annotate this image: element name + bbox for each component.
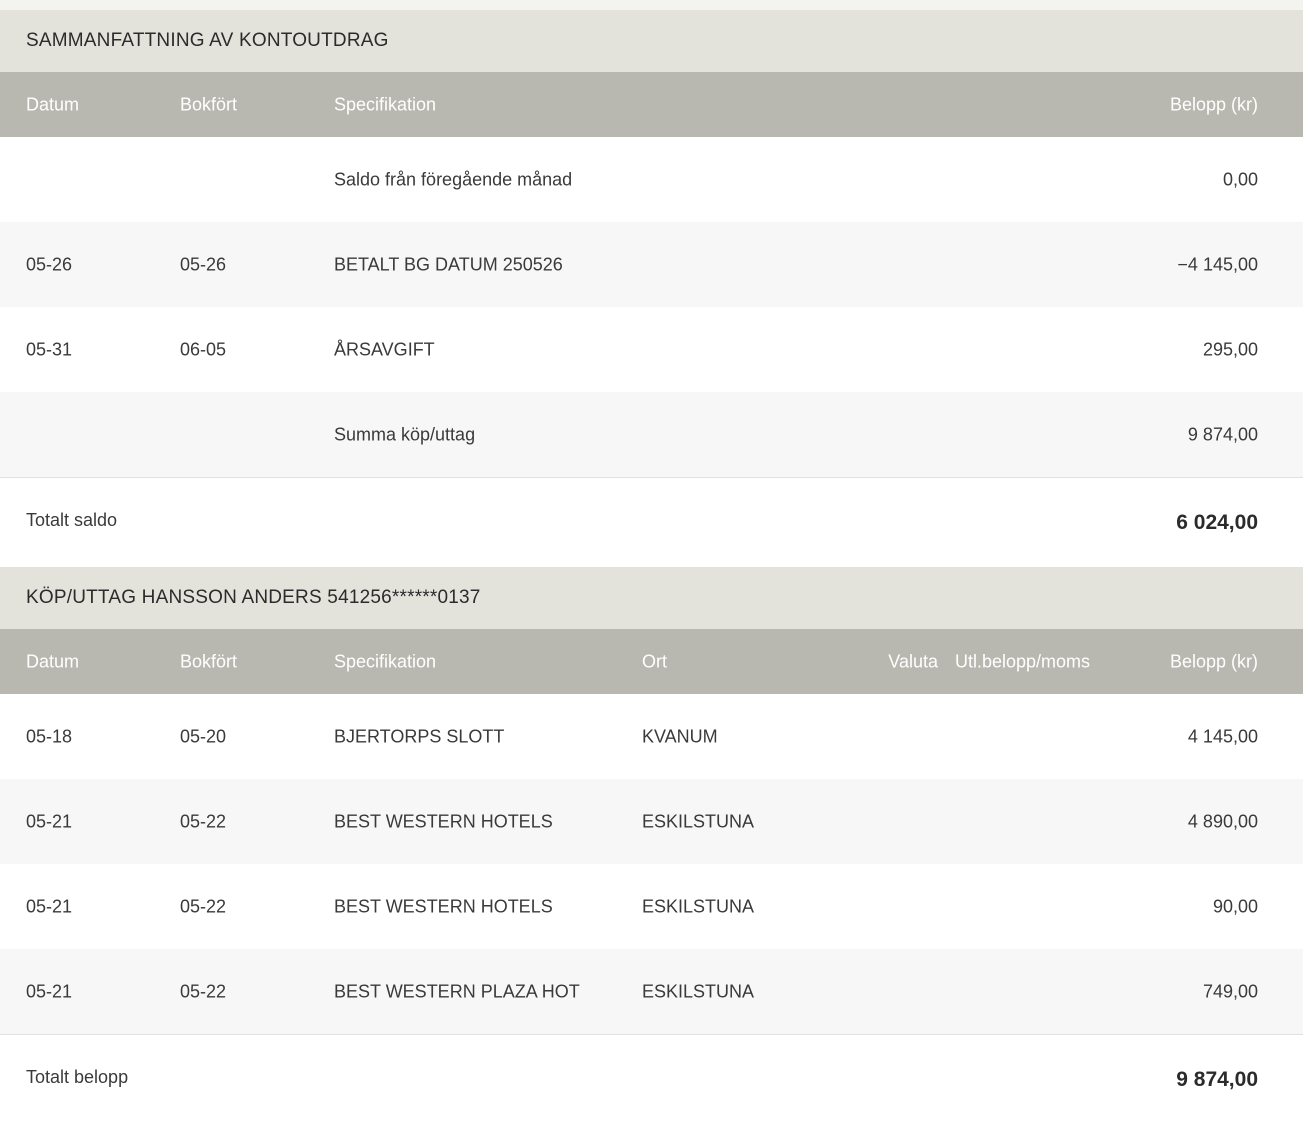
total-belopp-label: Totalt belopp	[26, 1067, 129, 1087]
cell-ort: KVANUM	[642, 726, 718, 746]
cell-bokfort: 05-22	[180, 811, 227, 831]
cell-specifikation: BEST WESTERN HOTELS	[334, 896, 553, 916]
cell-datum: 05-31	[26, 339, 73, 359]
summary-section: SAMMANFATTNING AV KONTOUTDRAG Datum Bokf…	[0, 10, 1303, 567]
table-row: Summa köp/uttag 9 874,00	[0, 392, 1303, 477]
cell-ort: ESKILSTUNA	[642, 981, 755, 1001]
cell-bokfort: 05-22	[180, 981, 227, 1001]
cell-specifikation: Saldo från föregående månad	[334, 169, 573, 189]
header-bokfort: Bokfört	[180, 94, 238, 114]
cell-ort: ESKILSTUNA	[642, 811, 755, 831]
header-specifikation: Specifikation	[334, 651, 437, 671]
cell-specifikation: BJERTORPS SLOTT	[334, 726, 505, 746]
table-row: 05-18 05-20 BJERTORPS SLOTT KVANUM 4 145…	[0, 694, 1303, 779]
cell-belopp: 295,00	[1202, 339, 1258, 359]
top-strip	[0, 0, 1303, 10]
cell-specifikation: ÅRSAVGIFT	[334, 339, 435, 359]
cell-datum: 05-21	[26, 811, 73, 831]
cell-datum: 05-26	[26, 254, 73, 274]
cell-ort: ESKILSTUNA	[642, 896, 755, 916]
header-bokfort: Bokfört	[180, 651, 238, 671]
table-row: 05-21 05-22 BEST WESTERN PLAZA HOT ESKIL…	[0, 949, 1303, 1034]
cell-specifikation: Summa köp/uttag	[334, 424, 476, 444]
cell-bokfort: 05-26	[180, 254, 227, 274]
table-row: 05-21 05-22 BEST WESTERN HOTELS ESKILSTU…	[0, 864, 1303, 949]
header-datum: Datum	[26, 651, 80, 671]
header-belopp: Belopp (kr)	[1169, 651, 1258, 671]
header-ort: Ort	[642, 651, 667, 671]
table-row: 05-26 05-26 BETALT BG DATUM 250526 −4 14…	[0, 222, 1303, 307]
table-row: Saldo från föregående månad 0,00	[0, 137, 1303, 222]
cell-belopp: −4 145,00	[1177, 254, 1258, 274]
summary-title: SAMMANFATTNING AV KONTOUTDRAG	[0, 10, 1303, 72]
purchases-total-row: Totalt belopp 9 874,00	[0, 1034, 1303, 1124]
header-valuta: Valuta	[888, 651, 938, 671]
cell-datum: 05-21	[26, 896, 73, 916]
cell-specifikation: BEST WESTERN PLAZA HOT	[334, 981, 580, 1001]
cell-bokfort: 05-22	[180, 896, 227, 916]
cell-belopp: 0,00	[1222, 169, 1258, 189]
cell-specifikation: BETALT BG DATUM 250526	[334, 254, 563, 274]
cell-belopp: 749,00	[1202, 981, 1258, 1001]
table-row: 05-21 05-22 BEST WESTERN HOTELS ESKILSTU…	[0, 779, 1303, 864]
cell-belopp: 9 874,00	[1187, 424, 1258, 444]
cell-belopp: 4 145,00	[1187, 726, 1258, 746]
header-utl-belopp: Utl.belopp/moms	[955, 651, 1091, 671]
summary-total-row: Totalt saldo 6 024,00	[0, 477, 1303, 567]
cell-datum: 05-21	[26, 981, 73, 1001]
cell-datum: 05-18	[26, 726, 73, 746]
total-belopp-value: 9 874,00	[1176, 1068, 1258, 1091]
cell-bokfort: 06-05	[180, 339, 227, 359]
total-saldo-label: Totalt saldo	[26, 510, 118, 530]
cell-bokfort: 05-20	[180, 726, 227, 746]
total-saldo-value: 6 024,00	[1176, 511, 1258, 534]
table-row: 05-31 06-05 ÅRSAVGIFT 295,00	[0, 307, 1303, 392]
header-belopp: Belopp (kr)	[1169, 94, 1258, 114]
cell-specifikation: BEST WESTERN HOTELS	[334, 811, 553, 831]
cell-belopp: 90,00	[1212, 896, 1258, 916]
header-specifikation: Specifikation	[334, 94, 437, 114]
summary-header-row: Datum Bokfört Specifikation Belopp (kr)	[0, 72, 1303, 137]
cell-belopp: 4 890,00	[1187, 811, 1258, 831]
purchases-title: KÖP/UTTAG HANSSON ANDERS 541256******013…	[0, 567, 1303, 629]
purchases-header-row: Datum Bokfört Specifikation Ort Valuta U…	[0, 629, 1303, 694]
header-datum: Datum	[26, 94, 80, 114]
purchases-section: KÖP/UTTAG HANSSON ANDERS 541256******013…	[0, 567, 1303, 1124]
